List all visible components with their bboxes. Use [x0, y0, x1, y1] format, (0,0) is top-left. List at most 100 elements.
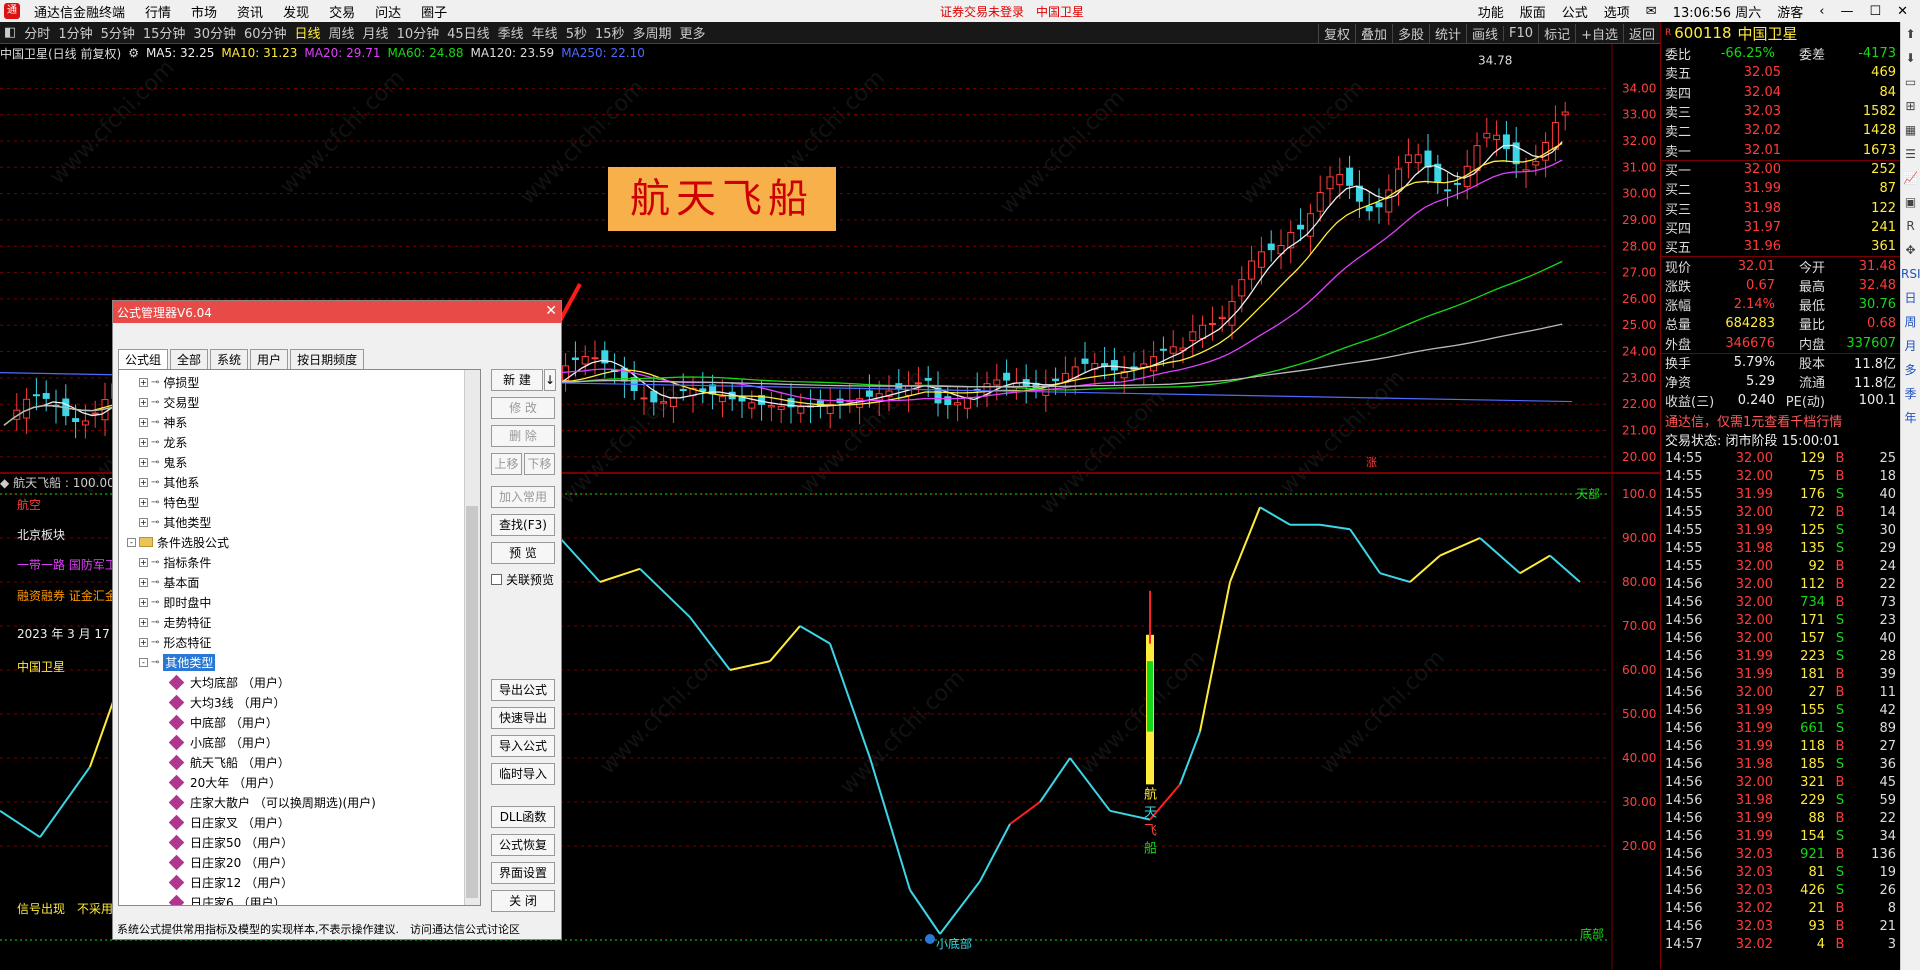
- toolbar-btn-6[interactable]: 标记: [1538, 23, 1575, 43]
- toolbar-btn-0[interactable]: 复权: [1317, 23, 1355, 43]
- timeframe-2[interactable]: 5分钟: [97, 23, 139, 42]
- indicator-settings-icon[interactable]: ◆: [0, 476, 9, 490]
- grid-icon[interactable]: ▦: [1901, 118, 1920, 142]
- move-up-button[interactable]: 上移: [491, 453, 522, 475]
- formula-leaf[interactable]: 大均底部 （用户）: [168, 672, 290, 692]
- toolbar-btn-1[interactable]: 叠加: [1354, 23, 1392, 43]
- bid-row[interactable]: 买四 31.97 241: [1661, 218, 1900, 237]
- formula-leaf[interactable]: 日庄家20 （用户）: [168, 852, 293, 872]
- find-button[interactable]: 查找(F3): [491, 514, 555, 536]
- tree-group[interactable]: + ⊸ 其他系: [139, 472, 199, 492]
- tab-all[interactable]: 全部: [170, 349, 209, 369]
- new-button[interactable]: 新 建: [491, 369, 543, 391]
- expand-icon[interactable]: +: [139, 437, 148, 447]
- list-icon[interactable]: ☰: [1901, 142, 1920, 166]
- temp-import-button[interactable]: 临时导入: [491, 763, 555, 785]
- expand-icon[interactable]: +: [139, 457, 148, 467]
- tab-user[interactable]: 用户: [250, 349, 289, 369]
- minus-icon[interactable]: ▭: [1901, 70, 1920, 94]
- panel-toggle-icon[interactable]: ◧: [0, 25, 20, 40]
- ask-row[interactable]: 卖一 32.01 1673: [1661, 140, 1900, 160]
- preview-button[interactable]: 预 览: [491, 542, 555, 564]
- restore-button[interactable]: 公式恢复: [491, 834, 555, 856]
- dll-button[interactable]: DLL函数: [491, 806, 555, 828]
- timeframe-1[interactable]: 1分钟: [54, 23, 96, 42]
- timeframe-0[interactable]: 分时: [20, 23, 54, 42]
- sidebar-label-4[interactable]: 多: [1901, 358, 1920, 382]
- tree-scrollbar[interactable]: [464, 370, 480, 905]
- sidebar-label-6[interactable]: 年: [1901, 406, 1920, 430]
- bid-row[interactable]: 买三 31.98 122: [1661, 198, 1900, 218]
- import-button[interactable]: 导入公式: [491, 735, 555, 757]
- expand-icon[interactable]: +: [139, 597, 148, 607]
- expand-icon[interactable]: +: [139, 397, 148, 407]
- timeframe-13[interactable]: 5秒: [562, 23, 591, 42]
- menu-item-ask[interactable]: 问达: [365, 2, 411, 21]
- formula-leaf[interactable]: 日庄家6 （用户）: [168, 892, 285, 905]
- timeframe-3[interactable]: 15分钟: [139, 23, 190, 42]
- menu-layout[interactable]: 版面: [1512, 2, 1554, 21]
- move-down-button[interactable]: 下移: [524, 453, 555, 475]
- close-button[interactable]: 关 闭: [491, 890, 555, 912]
- settings-icon[interactable]: ⚙: [128, 46, 139, 60]
- expand-icon[interactable]: +: [139, 497, 148, 507]
- tree-group[interactable]: + ⊸ 停损型: [139, 372, 199, 392]
- expand-icon[interactable]: +: [139, 377, 148, 387]
- close-icon[interactable]: ✕: [1889, 4, 1916, 19]
- back-icon[interactable]: ‹: [1811, 4, 1832, 19]
- dialog-close-icon[interactable]: ✕: [545, 303, 557, 319]
- tree-group[interactable]: + ⊸ 即时盘中: [139, 592, 211, 612]
- tree-group[interactable]: + ⊸ 形态特征: [139, 632, 211, 652]
- tree-group[interactable]: + ⊸ 基本面: [139, 572, 199, 592]
- tree-group[interactable]: + ⊸ 走势特征: [139, 612, 211, 632]
- menu-item-market[interactable]: 市场: [181, 2, 227, 21]
- arrow-down-icon[interactable]: ⬇: [1901, 46, 1920, 70]
- ask-row[interactable]: 卖二 32.02 1428: [1661, 121, 1900, 140]
- move-icon[interactable]: ✥: [1901, 238, 1920, 262]
- maximize-icon[interactable]: ☐: [1861, 4, 1889, 19]
- menu-function[interactable]: 功能: [1470, 2, 1512, 21]
- formula-leaf[interactable]: 日庄家50 （用户）: [168, 832, 293, 852]
- expand-icon[interactable]: +: [139, 577, 148, 587]
- tree-group[interactable]: + ⊸ 特色型: [139, 492, 199, 512]
- tree-group[interactable]: + ⊸ 神系: [139, 412, 187, 432]
- sidebar-label-5[interactable]: 季: [1901, 382, 1920, 406]
- tree-group[interactable]: - 条件选股公式: [127, 532, 229, 552]
- timeframe-6[interactable]: 日线: [291, 23, 325, 42]
- ask-row[interactable]: 卖五 32.05 469: [1661, 63, 1900, 82]
- bid-row[interactable]: 买五 31.96 361: [1661, 237, 1900, 256]
- formula-leaf[interactable]: 小底部 （用户）: [168, 732, 278, 752]
- add-common-button[interactable]: 加入常用: [491, 486, 555, 508]
- quick-export-button[interactable]: 快速导出: [491, 707, 555, 729]
- plus-icon[interactable]: ⊞: [1901, 94, 1920, 118]
- tab-groups[interactable]: 公式组: [118, 349, 169, 369]
- tree-group[interactable]: + ⊸ 其他类型: [139, 512, 211, 532]
- rsi-icon[interactable]: R: [1901, 214, 1920, 238]
- timeframe-15[interactable]: 多周期: [629, 23, 676, 42]
- dialog-status[interactable]: 系统公式提供常用指标及模型的实现样本,不表示操作建议. 访问通达信公式讨论区: [117, 921, 520, 937]
- delete-button[interactable]: 删 除: [491, 425, 555, 447]
- export-button[interactable]: 导出公式: [491, 679, 555, 701]
- formula-leaf[interactable]: 日庄家叉 （用户）: [168, 812, 290, 832]
- menu-item-trade[interactable]: 交易: [319, 2, 365, 21]
- timeframe-5[interactable]: 60分钟: [240, 23, 291, 42]
- ad-link[interactable]: 通达信，仅需1元查看千档行情: [1661, 411, 1900, 430]
- toolbar-btn-2[interactable]: 多股: [1391, 23, 1429, 43]
- new-dropdown-icon[interactable]: ↓: [544, 369, 556, 391]
- timeframe-12[interactable]: 年线: [528, 23, 562, 42]
- toolbar-btn-3[interactable]: 统计: [1429, 23, 1466, 43]
- menu-item-quotes[interactable]: 行情: [135, 2, 181, 21]
- timeframe-16[interactable]: 更多: [676, 23, 710, 42]
- timeframe-4[interactable]: 30分钟: [189, 23, 240, 42]
- tree-group[interactable]: + ⊸ 交易型: [139, 392, 199, 412]
- user-label[interactable]: 游客: [1769, 2, 1811, 21]
- tick-list[interactable]: 14:55 32.00 129 B 25 14:55 32.00 75 B 18 14:55 31.9…: [1661, 449, 1900, 953]
- timeframe-8[interactable]: 月线: [359, 23, 393, 42]
- box-icon[interactable]: ▣: [1901, 190, 1920, 214]
- modify-button[interactable]: 修 改: [491, 397, 555, 419]
- timeframe-14[interactable]: 15秒: [591, 23, 629, 42]
- mail-icon[interactable]: ✉: [1638, 4, 1665, 19]
- expand-icon[interactable]: +: [139, 637, 148, 647]
- checkbox-box[interactable]: [491, 574, 502, 585]
- tree-group[interactable]: + ⊸ 鬼系: [139, 452, 187, 472]
